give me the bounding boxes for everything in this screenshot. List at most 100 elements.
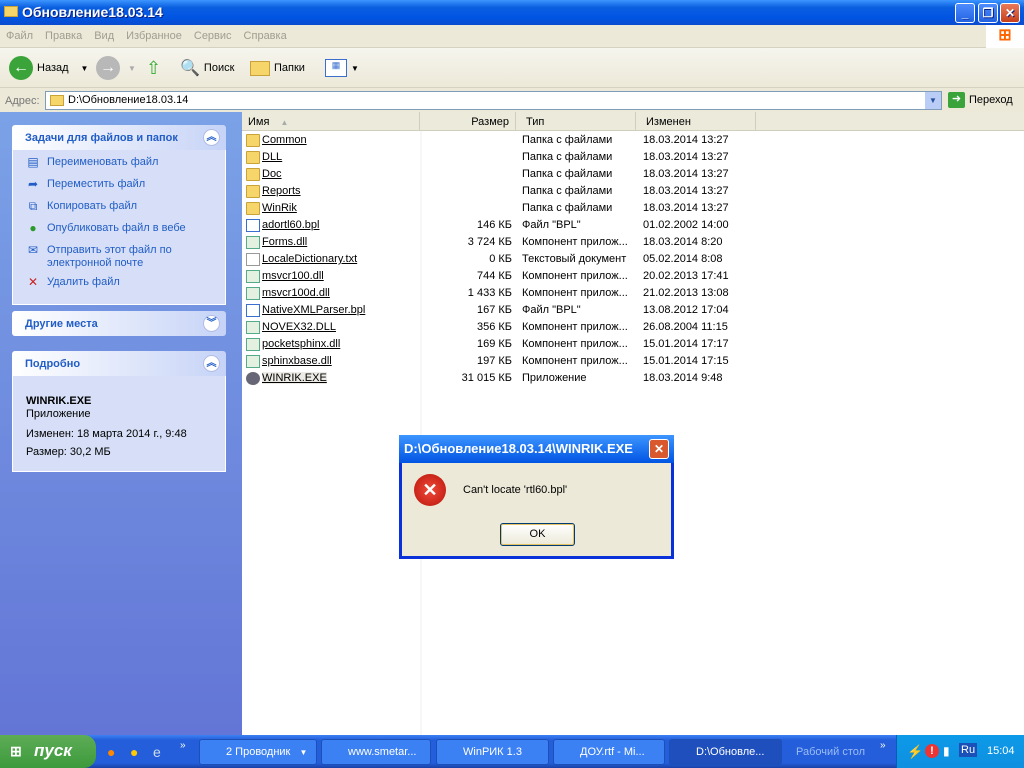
column-type[interactable]: Тип: [516, 112, 636, 131]
column-size[interactable]: Размер: [420, 112, 516, 131]
menu-tools[interactable]: Сервис: [188, 25, 238, 42]
file-row[interactable]: msvcr100d.dll 1 433 КБ Компонент прилож...…: [242, 285, 762, 302]
network-icon[interactable]: ⚡: [907, 744, 923, 760]
file-row[interactable]: NOVEX32.DLL 356 КБ Компонент прилож... 26.0…: [242, 319, 762, 336]
firefox-icon[interactable]: ●: [107, 744, 115, 760]
file-row[interactable]: Doc Папка с файлами 18.03.2014 13:27: [242, 166, 762, 183]
expand-icon[interactable]: ︾: [203, 315, 220, 332]
file-row[interactable]: Forms.dll 3 724 КБ Компонент прилож... 18.0…: [242, 234, 762, 251]
file-row[interactable]: LocaleDictionary.txt 0 КБ Текстовый докуме…: [242, 251, 762, 268]
views-button[interactable]: ▦ ▼: [325, 56, 359, 80]
file-tasks-header[interactable]: Задачи для файлов и папок ︽: [12, 125, 226, 150]
file-row[interactable]: DLL Папка с файлами 18.03.2014 13:27: [242, 149, 762, 166]
menu-edit[interactable]: Правка: [39, 25, 88, 42]
file-name: NativeXMLParser.bpl: [262, 304, 366, 316]
file-modified: 18.03.2014 13:27: [643, 151, 729, 163]
title-bar: Обновление18.03.14 _ ❐ ✕: [0, 0, 1024, 25]
file-row[interactable]: Common Папка с файлами 18.03.2014 13:27: [242, 132, 762, 149]
device-icon[interactable]: ▮: [943, 744, 950, 758]
folder-file-icon: [246, 134, 260, 147]
collapse-icon[interactable]: ︽: [203, 355, 220, 372]
task-email[interactable]: ✉ Отправить этот файл по электронной почт…: [25, 244, 213, 270]
task-publish[interactable]: ● Опубликовать файл в вебе: [25, 222, 213, 238]
dialog-title: D:\Обновление18.03.14\WINRIK.EXE: [404, 441, 633, 456]
task-copy[interactable]: ⧉ Копировать файл: [25, 200, 213, 216]
taskbar-winrik-exe[interactable]: D:\Обновле...: [669, 739, 782, 765]
address-input[interactable]: D:\Обновление18.03.14 ▼: [45, 91, 942, 110]
details-panel: Подробно ︽ WINRIK.EXE Приложение Изменен:…: [12, 351, 226, 472]
folder-icon: [50, 95, 64, 106]
file-row[interactable]: sphinxbase.dll 197 КБ Компонент прилож... 1…: [242, 353, 762, 370]
file-modified: 18.03.2014 8:20: [643, 236, 723, 248]
folder-file-icon: [246, 202, 260, 215]
quicklaunch-more-icon[interactable]: »: [180, 740, 186, 751]
views-icon: ▦: [325, 59, 347, 77]
dialog-close-button[interactable]: ✕: [649, 439, 669, 459]
back-button[interactable]: ← Назад ▼: [9, 56, 88, 80]
close-button[interactable]: ✕: [1000, 3, 1020, 23]
file-row[interactable]: msvcr100.dll 744 КБ Компонент прилож... 20.…: [242, 268, 762, 285]
dll-file-icon: [246, 338, 260, 351]
file-type: Файл "BPL": [522, 304, 581, 316]
language-indicator[interactable]: Ru: [959, 743, 978, 757]
address-dropdown-icon[interactable]: ▼: [925, 92, 941, 109]
dll-file-icon: [246, 355, 260, 368]
column-modified[interactable]: Изменен: [636, 112, 756, 131]
other-places-header[interactable]: Другие места ︾: [12, 311, 226, 336]
other-places-panel: Другие места ︾: [12, 311, 226, 336]
menu-file[interactable]: Файл: [0, 25, 39, 42]
search-button[interactable]: 🔍 Поиск: [180, 56, 234, 80]
toolbar-more-icon[interactable]: »: [880, 740, 886, 751]
folder-file-icon: [246, 151, 260, 164]
dll-file-icon: [246, 287, 260, 300]
file-type: Компонент прилож...: [522, 338, 628, 350]
task-delete[interactable]: ✕ Удалить файл: [25, 276, 213, 292]
dll-file-icon: [246, 321, 260, 334]
column-name[interactable]: Имя ▲: [242, 112, 420, 131]
up-folder-button[interactable]: ⇧: [146, 56, 161, 80]
file-modified: 15.01.2014 17:17: [643, 338, 729, 350]
forward-button[interactable]: → ▼: [96, 56, 136, 80]
file-row[interactable]: WinRik Папка с файлами 18.03.2014 13:27: [242, 200, 762, 217]
file-row[interactable]: WINRIK.EXE 31 015 КБ Приложение 18.03.2014 …: [242, 370, 762, 387]
menu-favorites[interactable]: Избранное: [120, 25, 188, 42]
folders-button[interactable]: Папки: [250, 56, 305, 80]
taskbar-word[interactable]: ДОУ.rtf - Mi...: [553, 739, 665, 765]
details-type: Приложение: [26, 408, 91, 420]
go-button[interactable]: ➜ Переход: [948, 92, 1013, 108]
toolbar: ← Назад ▼ → ▼ ⇧ 🔍 Поиск Папки ▦ ▼: [0, 48, 1024, 88]
task-move[interactable]: ➦ Переместить файл: [25, 178, 213, 194]
menu-help[interactable]: Справка: [238, 25, 293, 42]
taskbar-chrome[interactable]: www.smetar...: [321, 739, 431, 765]
desktop-toolbar[interactable]: Рабочий стол: [796, 746, 865, 758]
file-type: Компонент прилож...: [522, 355, 628, 367]
file-row[interactable]: Reports Папка с файлами 18.03.2014 13:27: [242, 183, 762, 200]
file-name: DLL: [262, 151, 283, 163]
maximize-button[interactable]: ❐: [978, 3, 998, 23]
start-button[interactable]: ⊞ пуск: [0, 735, 96, 768]
file-type: Компонент прилож...: [522, 236, 628, 248]
file-row[interactable]: adortl60.bpl 146 КБ Файл "BPL" 01.02.2002 1…: [242, 217, 762, 234]
file-row[interactable]: pocketsphinx.dll 169 КБ Компонент прилож..…: [242, 336, 762, 353]
minimize-button[interactable]: _: [955, 3, 975, 23]
ok-button[interactable]: OK: [500, 523, 575, 546]
details-header[interactable]: Подробно ︽: [12, 351, 226, 376]
file-name: Common: [262, 134, 307, 146]
file-modified: 05.02.2014 8:08: [643, 253, 723, 265]
file-name: Doc: [262, 168, 282, 180]
taskbar-winrik[interactable]: WinРИК 1.3: [436, 739, 549, 765]
collapse-icon[interactable]: ︽: [203, 129, 220, 146]
ie-icon[interactable]: e: [153, 744, 161, 760]
file-row[interactable]: NativeXMLParser.bpl 167 КБ Файл "BPL" 13.08…: [242, 302, 762, 319]
security-alert-icon[interactable]: !: [925, 744, 939, 758]
file-type: Приложение: [522, 372, 587, 384]
move-icon: ➦: [27, 177, 39, 191]
taskbar-explorer[interactable]: 2 Проводник ▼: [199, 739, 317, 765]
menu-view[interactable]: Вид: [88, 25, 120, 42]
globe-icon: ●: [29, 221, 37, 235]
back-dropdown-icon[interactable]: ▼: [81, 64, 89, 73]
folder-file-icon: [246, 168, 260, 181]
task-rename[interactable]: ▤ Переименовать файл: [25, 156, 213, 172]
chrome-icon[interactable]: ●: [130, 744, 138, 760]
file-modified: 20.02.2013 17:41: [643, 270, 729, 282]
